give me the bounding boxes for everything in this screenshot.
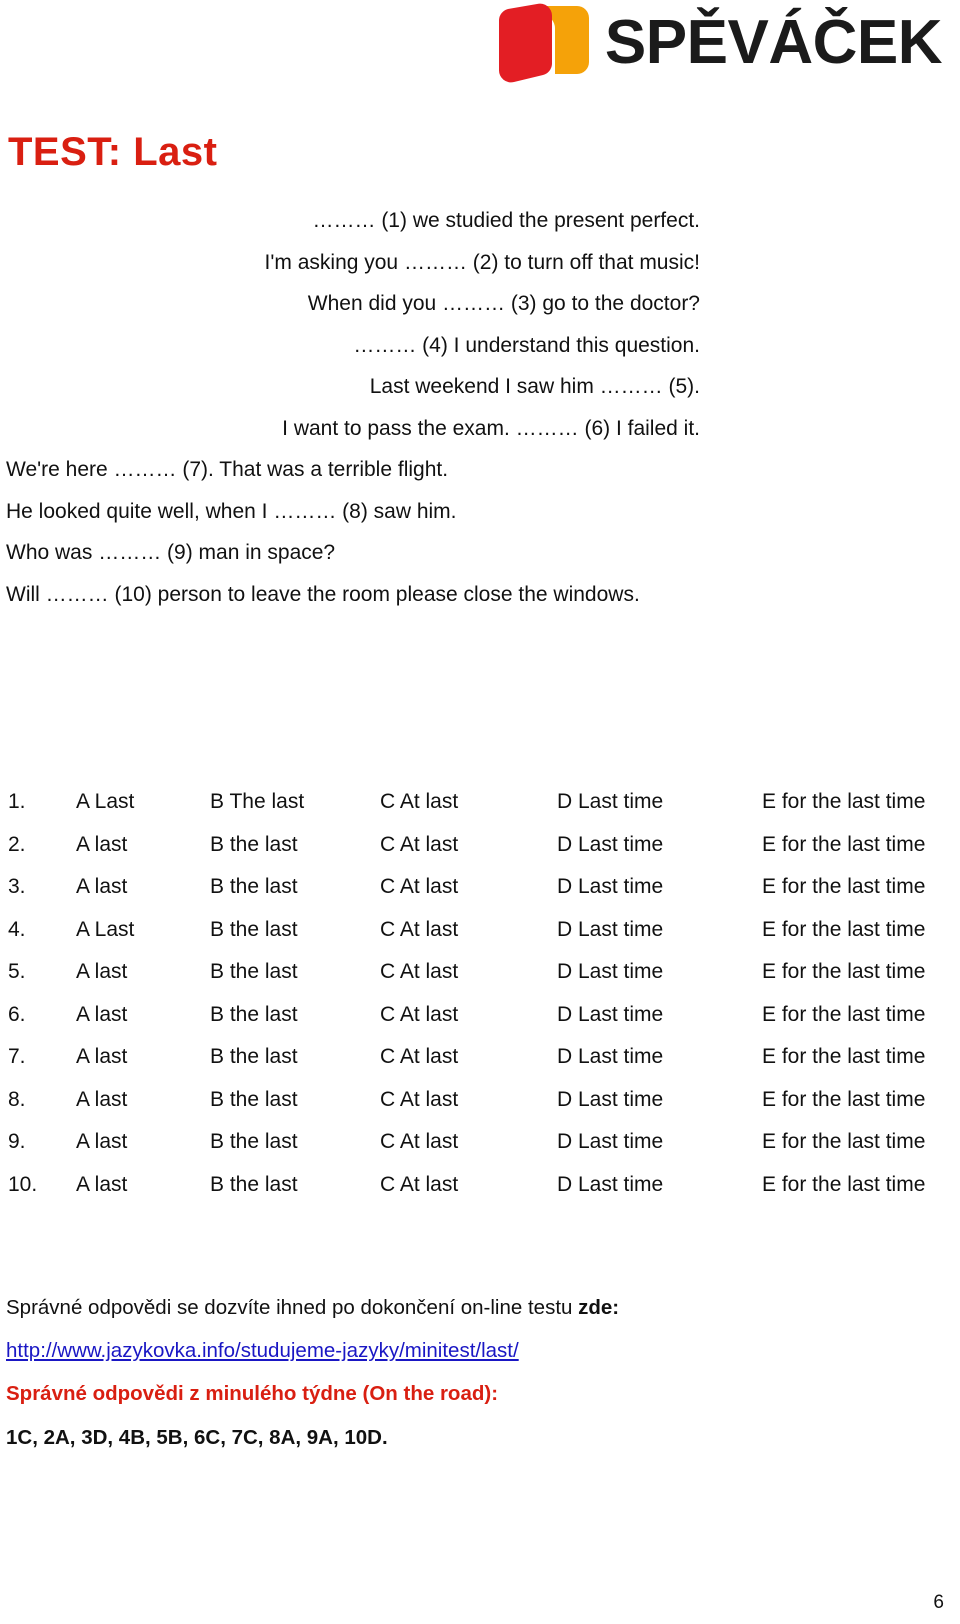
sentence-6: I want to pass the exam. ……… (6) I faile…: [282, 416, 700, 440]
online-test-info: Správné odpovědi se dozvíte ihned po dok…: [6, 1297, 906, 1319]
option-c[interactable]: C At last: [380, 1003, 557, 1027]
row-number: 5.: [8, 960, 26, 983]
row-number: 4.: [8, 917, 26, 941]
sentence-2: I'm asking you ……… (2) to turn off that …: [264, 250, 700, 274]
option-a[interactable]: A last: [76, 1003, 210, 1027]
option-b[interactable]: B the last: [210, 1045, 380, 1069]
sentence-7: We're here ……… (7). That was a terrible …: [6, 458, 449, 481]
option-d[interactable]: D Last time: [557, 1088, 762, 1112]
book-logo-icon: [493, 2, 591, 84]
option-b[interactable]: B the last: [210, 1088, 380, 1112]
online-test-info-text: Správné odpovědi se dozvíte ihned po dok…: [6, 1296, 579, 1319]
table-row: 5. A last B the last C At last D Last ti…: [0, 960, 960, 1003]
option-d[interactable]: D Last time: [557, 833, 762, 857]
option-e[interactable]: E for the last time: [762, 1003, 952, 1027]
option-d[interactable]: D Last time: [557, 1173, 762, 1197]
page-header: SPĚVÁČEK: [0, 0, 960, 110]
sentence-8: He looked quite well, when I ……… (8) saw…: [6, 499, 457, 523]
option-e[interactable]: E for the last time: [762, 875, 952, 899]
option-b[interactable]: B the last: [210, 875, 380, 899]
row-number: 3.: [8, 875, 26, 898]
option-a[interactable]: A last: [76, 1173, 210, 1197]
option-e[interactable]: E for the last time: [762, 833, 952, 857]
option-e[interactable]: E for the last time: [762, 1130, 952, 1154]
brand-logo: SPĚVÁČEK: [493, 2, 943, 84]
sentence-9: Who was ……… (9) man in space?: [6, 541, 336, 564]
row-number: 9.: [8, 1130, 26, 1153]
option-d[interactable]: D Last time: [557, 918, 762, 942]
option-d[interactable]: D Last time: [557, 960, 762, 984]
option-a[interactable]: A Last: [76, 918, 210, 942]
option-e[interactable]: E for the last time: [762, 1045, 952, 1069]
row-number: 1.: [8, 790, 26, 813]
previous-answers-heading: Správné odpovědi z minulého týdne (On th…: [6, 1382, 499, 1405]
option-b[interactable]: B the last: [210, 960, 380, 984]
row-number: 7.: [8, 1045, 26, 1068]
table-row: 2. A last B the last C At last D Last ti…: [0, 833, 960, 876]
test-link-line: http://www.jazykovka.info/studujeme-jazy…: [6, 1340, 906, 1362]
option-c[interactable]: C At last: [380, 960, 557, 984]
table-row: 4. A Last B the last C At last D Last ti…: [0, 918, 960, 961]
option-d[interactable]: D Last time: [557, 790, 762, 814]
table-row: 8. A last B the last C At last D Last ti…: [0, 1088, 960, 1131]
table-row: 6. A last B the last C At last D Last ti…: [0, 1003, 960, 1046]
option-e[interactable]: E for the last time: [762, 1173, 952, 1197]
answer-options-table: 1. A Last B The last C At last D Last ti…: [0, 790, 960, 1215]
option-b[interactable]: B the last: [210, 918, 380, 942]
brand-name: SPĚVÁČEK: [604, 8, 943, 77]
table-row: 1. A Last B The last C At last D Last ti…: [0, 790, 960, 833]
option-c[interactable]: C At last: [380, 1173, 557, 1197]
row-number: 6.: [8, 1002, 26, 1026]
sentence-5: Last weekend I saw him ……… (5).: [369, 375, 700, 398]
option-e[interactable]: E for the last time: [762, 918, 952, 942]
option-e[interactable]: E for the last time: [762, 960, 952, 984]
option-a[interactable]: A last: [76, 960, 210, 984]
row-number: 10.: [8, 1172, 38, 1196]
option-b[interactable]: B the last: [210, 1130, 380, 1154]
option-c[interactable]: C At last: [380, 833, 557, 857]
sentence-1: ……… (1) we studied the present perfect.: [312, 209, 700, 232]
option-c[interactable]: C At last: [380, 1088, 557, 1112]
option-b[interactable]: B the last: [210, 1003, 380, 1027]
option-a[interactable]: A last: [76, 1088, 210, 1112]
option-a[interactable]: A Last: [76, 790, 210, 814]
footer-block: Správné odpovědi se dozvíte ihned po dok…: [6, 1297, 906, 1449]
option-c[interactable]: C At last: [380, 875, 557, 899]
option-b[interactable]: B the last: [210, 1173, 380, 1197]
row-number: 2.: [8, 832, 26, 856]
option-a[interactable]: A last: [76, 833, 210, 857]
online-test-info-bold: zde:: [578, 1296, 620, 1319]
option-c[interactable]: C At last: [380, 1045, 557, 1069]
option-b[interactable]: B The last: [210, 790, 380, 814]
option-c[interactable]: C At last: [380, 790, 557, 814]
table-row: 10. A last B the last C At last D Last t…: [0, 1173, 960, 1216]
option-e[interactable]: E for the last time: [762, 790, 952, 814]
test-url-link[interactable]: http://www.jazykovka.info/studujeme-jazy…: [6, 1339, 519, 1362]
option-d[interactable]: D Last time: [557, 875, 762, 899]
option-a[interactable]: A last: [76, 875, 210, 899]
option-e[interactable]: E for the last time: [762, 1088, 952, 1112]
table-row: 9. A last B the last C At last D Last ti…: [0, 1130, 960, 1173]
table-row: 3. A last B the last C At last D Last ti…: [0, 875, 960, 918]
option-a[interactable]: A last: [76, 1045, 210, 1069]
row-number: 8.: [8, 1087, 26, 1111]
option-d[interactable]: D Last time: [557, 1003, 762, 1027]
page-title: TEST: Last: [8, 130, 218, 174]
option-c[interactable]: C At last: [380, 1130, 557, 1154]
option-d[interactable]: D Last time: [557, 1045, 762, 1069]
option-b[interactable]: B the last: [210, 833, 380, 857]
option-c[interactable]: C At last: [380, 918, 557, 942]
test-sentences: ……… (1) we studied the present perfect. …: [0, 200, 700, 615]
previous-answers-list: 1C, 2A, 3D, 4B, 5B, 6C, 7C, 8A, 9A, 10D.: [6, 1426, 388, 1449]
page-number: 6: [933, 1592, 944, 1613]
option-a[interactable]: A last: [76, 1130, 210, 1154]
sentence-3: When did you ……… (3) go to the doctor?: [307, 292, 700, 315]
option-d[interactable]: D Last time: [557, 1130, 762, 1154]
table-row: 7. A last B the last C At last D Last ti…: [0, 1045, 960, 1088]
sentence-10: Will ……… (10) person to leave the room p…: [6, 582, 640, 606]
sentence-4: ……… (4) I understand this question.: [353, 333, 700, 357]
